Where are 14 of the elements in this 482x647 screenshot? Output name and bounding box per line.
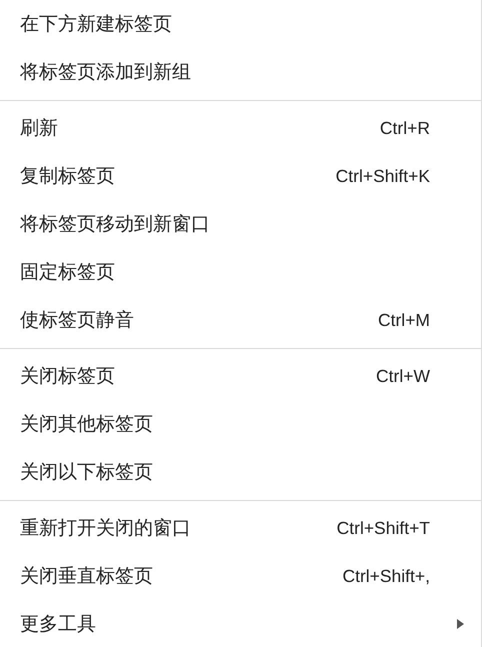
menu-item[interactable]: 关闭标签页 Ctrl+W xyxy=(0,352,481,400)
menu-item[interactable]: 更多工具 xyxy=(0,600,481,647)
menu-item[interactable]: 在下方新建标签页 xyxy=(0,0,481,48)
submenu-arrow-icon xyxy=(457,619,464,629)
menu-item[interactable]: 固定标签页 xyxy=(0,248,481,296)
menu-item[interactable]: 复制标签页 Ctrl+Shift+K xyxy=(0,152,481,200)
menu-item[interactable]: 重新打开关闭的窗口 Ctrl+Shift+T xyxy=(0,504,481,552)
menu-item[interactable]: 将标签页移动到新窗口 xyxy=(0,200,481,248)
menu-item[interactable]: 使标签页静音 Ctrl+M xyxy=(0,296,481,344)
menu-item[interactable]: 关闭垂直标签页 Ctrl+Shift+, xyxy=(0,552,481,600)
menu-item[interactable]: 关闭以下标签页 xyxy=(0,448,481,496)
menu-item[interactable]: 将标签页添加到新组 xyxy=(0,48,481,96)
menu-item[interactable]: 刷新 Ctrl+R xyxy=(0,104,481,152)
menu-item[interactable]: 关闭其他标签页 xyxy=(0,400,481,448)
